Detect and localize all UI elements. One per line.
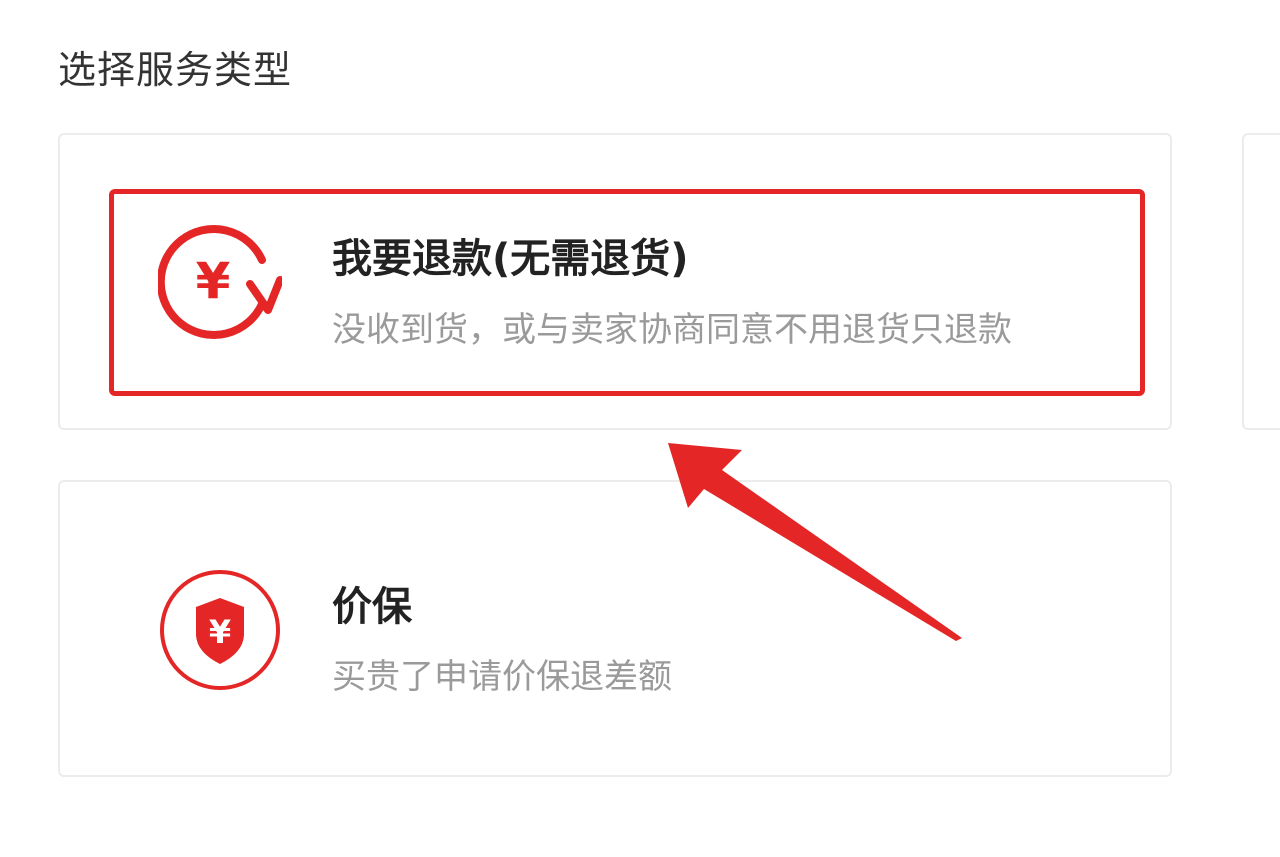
service-option-price-protection[interactable]: ¥ 价保 买贵了申请价保退差额 [58,480,1172,777]
option-description-price-protection: 买贵了申请价保退差额 [332,657,672,697]
option-title-refund-only: 我要退款(无需退货) [332,236,689,282]
yuan-glyph: ¥ [209,613,231,651]
option-title-price-protection: 价保 [332,584,412,630]
page: 选择服务类型 ¥ 我要退款(无需退货) 没收到货，或与卖家协商同意不用退货只退款… [0,0,1280,857]
yuan-glyph: ¥ [196,252,231,310]
section-title: 选择服务类型 [58,48,293,92]
service-option-partial[interactable] [1242,133,1280,430]
option-description-refund-only: 没收到货，或与卖家协商同意不用退货只退款 [332,310,1012,350]
service-option-refund-only[interactable]: ¥ 我要退款(无需退货) 没收到货，或与卖家协商同意不用退货只退款 [58,133,1172,430]
price-protection-shield-yuan-icon: ¥ [160,570,280,690]
refund-yuan-circle-arrow-icon: ¥ [158,225,282,339]
